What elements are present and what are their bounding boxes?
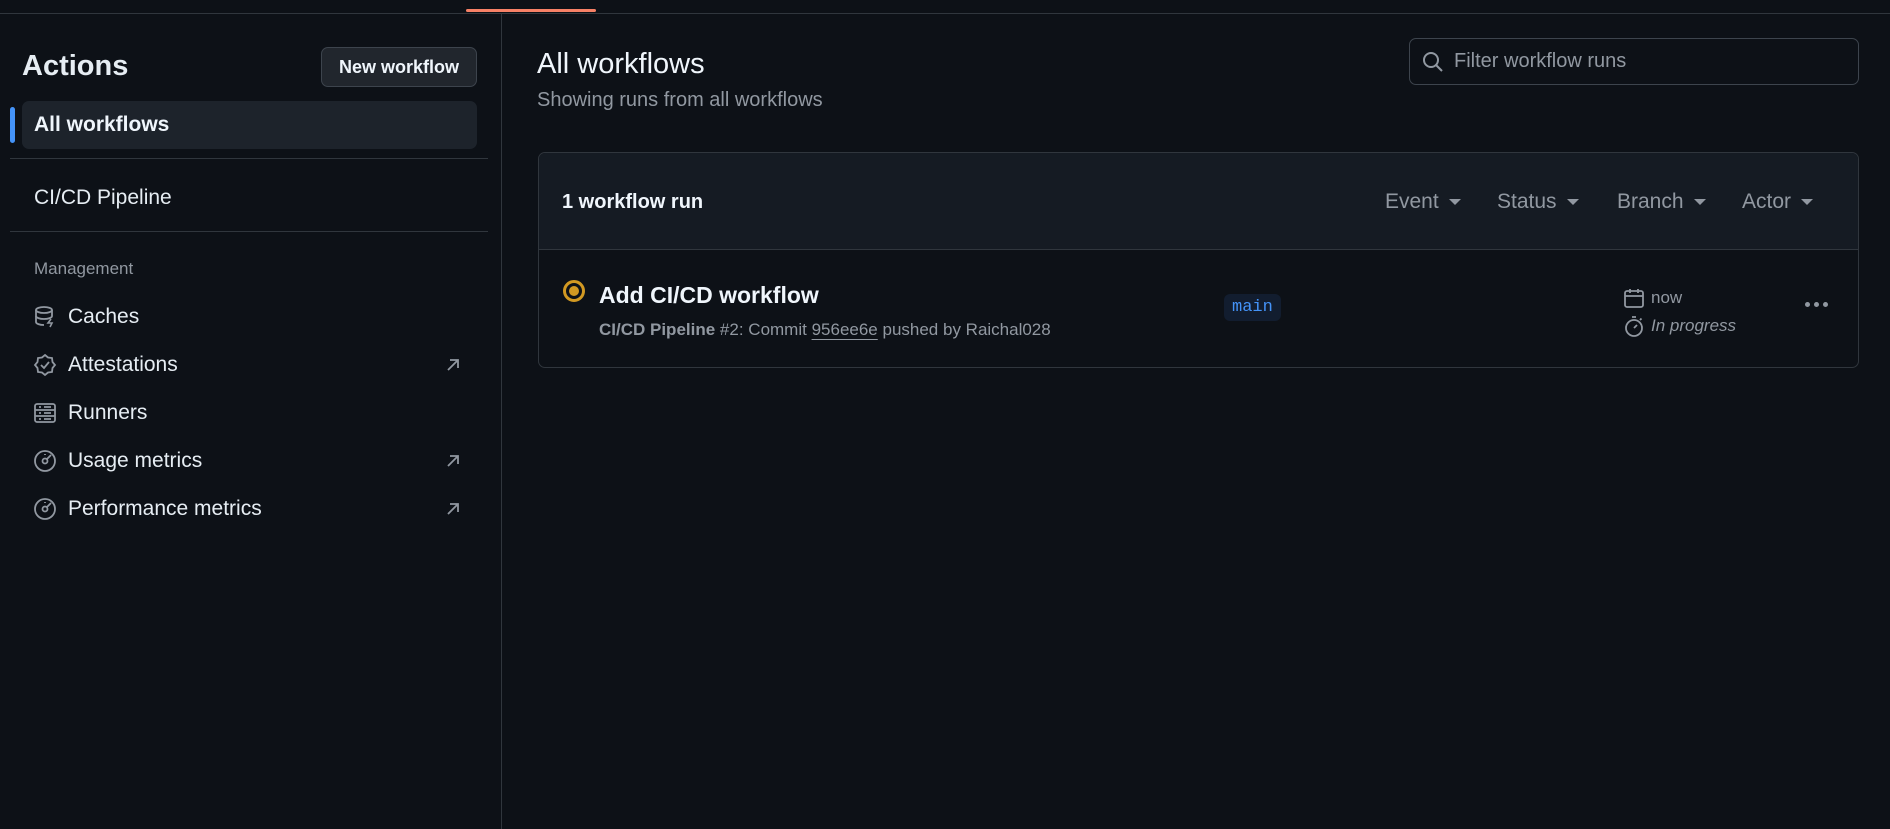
new-workflow-button[interactable]: New workflow (321, 47, 477, 87)
caret-down-icon (1566, 199, 1579, 205)
verified-badge-icon (32, 352, 58, 378)
filter-workflow-runs-input[interactable] (1454, 50, 1834, 73)
sidebar-item-all-workflows[interactable]: All workflows (22, 101, 477, 149)
workflow-runs-panel: 1 workflow run Event Status Branch Actor… (538, 152, 1859, 368)
sidebar-item-performance-metrics[interactable]: Performance metrics (32, 491, 472, 527)
status-filter-dropdown[interactable]: Status (1497, 190, 1579, 214)
meter-icon (32, 496, 58, 522)
runs-count: 1 workflow run (562, 191, 704, 213)
sidebar-item-usage-metrics[interactable]: Usage metrics (32, 443, 472, 479)
calendar-icon (1624, 289, 1644, 308)
sidebar-item-label: Runners (68, 401, 148, 424)
database-icon (32, 304, 58, 330)
sidebar-item-label: Caches (68, 305, 140, 328)
sidebar-item-label: Usage metrics (68, 449, 203, 472)
dropdown-label: Event (1385, 190, 1439, 213)
dropdown-label: Branch (1617, 190, 1684, 213)
sidebar: Actions New workflow All workflows CI/CD… (0, 14, 502, 829)
workflow-run-row[interactable]: Add CI/CD workflow CI/CD Pipeline #2: Co… (539, 250, 1858, 367)
branch-filter-dropdown[interactable]: Branch (1617, 190, 1706, 214)
runs-header: 1 workflow run Event Status Branch Actor (539, 153, 1858, 250)
run-meta: CI/CD Pipeline #2: Commit 956ee6e pushed… (599, 320, 1051, 340)
sidebar-item-attestations[interactable]: Attestations (32, 347, 472, 383)
caret-down-icon (1693, 199, 1706, 205)
sidebar-divider (10, 231, 488, 232)
stopwatch-icon (1625, 316, 1643, 337)
sidebar-item-label: Performance metrics (68, 497, 262, 520)
sidebar-item-workflow[interactable]: CI/CD Pipeline (34, 186, 172, 210)
management-section-label: Management (34, 259, 134, 278)
caret-down-icon (1448, 199, 1461, 205)
active-tab-underline (466, 9, 596, 12)
filter-search-box[interactable] (1409, 38, 1859, 85)
sidebar-divider (10, 158, 488, 159)
kebab-menu-icon[interactable] (1805, 302, 1828, 307)
run-time-row: now (1623, 284, 1736, 312)
run-timing: now In progress (1623, 284, 1736, 340)
external-link-icon (447, 455, 459, 467)
run-status: In progress (1651, 316, 1737, 335)
top-nav-bar (0, 0, 1890, 14)
run-meta-tail: pushed by Raichal028 (877, 320, 1051, 339)
run-title-link[interactable]: Add CI/CD workflow (599, 282, 819, 309)
run-workflow-name: CI/CD Pipeline (599, 320, 716, 339)
in-progress-status-icon (563, 280, 585, 302)
sidebar-item-runners[interactable]: Runners (32, 395, 472, 431)
external-link-icon (447, 359, 459, 371)
branch-tag[interactable]: main (1224, 294, 1281, 321)
page-title: All workflows (537, 48, 705, 80)
sidebar-item-label: Attestations (68, 353, 178, 376)
external-link-icon (447, 503, 459, 515)
commit-sha-link[interactable]: 956ee6e (812, 320, 878, 339)
run-number: #2 (719, 320, 739, 339)
active-nav-indicator (10, 107, 15, 143)
event-filter-dropdown[interactable]: Event (1385, 190, 1461, 214)
server-icon (32, 400, 58, 426)
search-icon (1423, 51, 1443, 72)
run-status-row: In progress (1623, 312, 1736, 340)
sidebar-title: Actions (22, 50, 129, 82)
dropdown-label: Status (1497, 190, 1557, 213)
actor-filter-dropdown[interactable]: Actor (1742, 190, 1814, 214)
caret-down-icon (1801, 199, 1814, 205)
page-subtitle: Showing runs from all workflows (537, 89, 823, 111)
sidebar-item-caches[interactable]: Caches (32, 299, 472, 335)
meter-icon (32, 448, 58, 474)
run-meta-text: : Commit (738, 320, 812, 339)
run-time: now (1651, 288, 1683, 307)
dropdown-label: Actor (1742, 190, 1792, 213)
